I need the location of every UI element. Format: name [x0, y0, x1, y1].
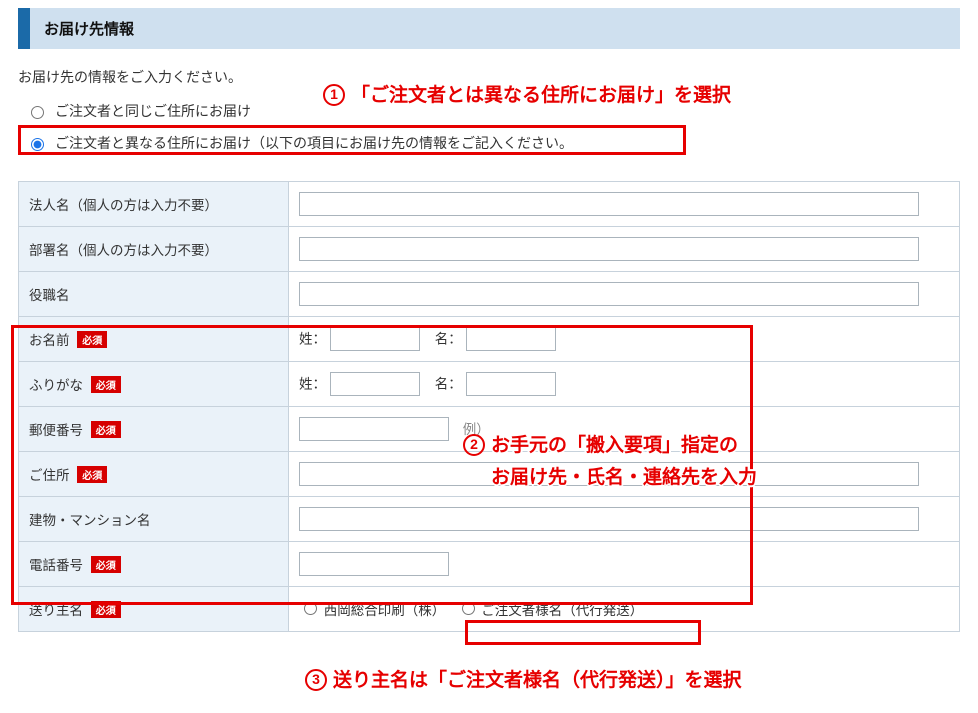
label-sender-text: 送り主名	[29, 603, 83, 618]
input-phone[interactable]	[299, 552, 449, 576]
required-badge: 必須	[91, 601, 121, 618]
input-name-sei[interactable]	[330, 327, 420, 351]
section-header: お届け先情報	[18, 8, 960, 49]
input-title[interactable]	[299, 282, 919, 306]
label-corp: 法人名（個人の方は入力不要）	[19, 182, 289, 227]
cell-corp	[289, 182, 960, 227]
radio-different-address-label: ご注文者と異なる住所にお届け（以下の項目にお届け先の情報をご記入ください。	[55, 133, 573, 153]
required-badge: 必須	[77, 331, 107, 348]
label-name: お名前 必須	[19, 317, 289, 362]
cell-title	[289, 272, 960, 317]
cell-name: 姓： 名：	[289, 317, 960, 362]
label-address: ご住所 必須	[19, 452, 289, 497]
required-badge: 必須	[91, 376, 121, 393]
cell-dept	[289, 227, 960, 272]
label-address-text: ご住所	[29, 468, 70, 483]
radio-same-address-label: ご注文者と同じご住所にお届け	[55, 101, 251, 121]
label-sender: 送り主名 必須	[19, 587, 289, 632]
prefix-sei: 姓：	[299, 332, 326, 347]
prefix-sei2: 姓：	[299, 377, 326, 392]
cell-kana: 姓： 名：	[289, 362, 960, 407]
radio-same-address[interactable]	[31, 106, 44, 119]
cell-address	[289, 452, 960, 497]
cell-sender: 西岡総合印刷（株） ご注文者様名（代行発送）	[289, 587, 960, 632]
label-dept: 部署名（個人の方は入力不要）	[19, 227, 289, 272]
intro-text-span: お届け先の情報をご入力ください。	[18, 69, 242, 85]
label-zip: 郵便番号 必須	[19, 407, 289, 452]
radio-sender-customer-label: ご注文者様名（代行発送）	[481, 603, 643, 618]
label-zip-text: 郵便番号	[29, 423, 83, 438]
required-badge: 必須	[77, 466, 107, 483]
radio-same-address-row[interactable]: ご注文者と同じご住所にお届け	[18, 95, 960, 127]
intro-text: お届け先の情報をご入力ください。	[18, 67, 960, 87]
input-kana-sei[interactable]	[330, 372, 420, 396]
radio-sender-nishioka[interactable]	[304, 602, 317, 615]
annotation-3: 3 送り主名は「ご注文者様名（代行発送）」を選択	[305, 665, 742, 692]
label-phone: 電話番号 必須	[19, 542, 289, 587]
cell-phone	[289, 542, 960, 587]
prefix-mei: 名：	[435, 332, 462, 347]
input-address[interactable]	[299, 462, 919, 486]
required-badge: 必須	[91, 556, 121, 573]
radio-different-address-row[interactable]: ご注文者と異なる住所にお届け（以下の項目にお届け先の情報をご記入ください。	[18, 127, 960, 159]
prefix-mei2: 名：	[435, 377, 462, 392]
cell-zip: 例）	[289, 407, 960, 452]
label-title: 役職名	[19, 272, 289, 317]
input-corp[interactable]	[299, 192, 919, 216]
radio-sender-nishioka-label: 西岡総合印刷（株）	[324, 603, 446, 618]
input-building[interactable]	[299, 507, 919, 531]
input-zip[interactable]	[299, 417, 449, 441]
label-name-text: お名前	[29, 333, 70, 348]
label-phone-text: 電話番号	[29, 558, 83, 573]
input-name-mei[interactable]	[466, 327, 556, 351]
required-badge: 必須	[91, 421, 121, 438]
sender-option-customer-row[interactable]: ご注文者様名（代行発送）	[457, 603, 644, 618]
input-kana-mei[interactable]	[466, 372, 556, 396]
zip-example: 例）	[463, 422, 490, 437]
input-dept[interactable]	[299, 237, 919, 261]
section-title: お届け先情報	[44, 21, 134, 38]
radio-different-address[interactable]	[31, 138, 44, 151]
delivery-form-table: 法人名（個人の方は入力不要） 部署名（個人の方は入力不要） 役職名 お名前 必須…	[18, 181, 960, 632]
cell-building	[289, 497, 960, 542]
label-kana-text: ふりがな	[29, 378, 83, 393]
annotation-3-text: 送り主名は「ご注文者様名（代行発送）」を選択	[333, 670, 742, 691]
label-kana: ふりがな 必須	[19, 362, 289, 407]
radio-sender-customer[interactable]	[462, 602, 475, 615]
sender-option-nishioka-row[interactable]: 西岡総合印刷（株）	[299, 603, 449, 618]
label-building: 建物・マンション名	[19, 497, 289, 542]
annotation-marker-3: 3	[305, 669, 327, 691]
